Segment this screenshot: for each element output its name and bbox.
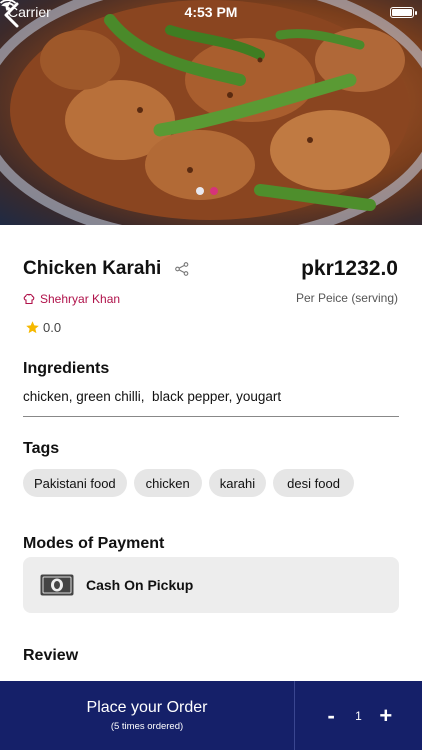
divider — [23, 416, 399, 417]
decrement-button[interactable]: - — [321, 704, 341, 727]
chef-link[interactable]: Shehryar Khan — [23, 292, 120, 306]
dish-title: Chicken Karahi — [23, 258, 162, 279]
share-icon[interactable] — [175, 262, 189, 276]
chef-name: Shehryar Khan — [40, 292, 121, 306]
hero-image[interactable]: Carrier 4:53 PM — [0, 0, 422, 225]
tag-list: Pakistani food chicken karahi desi food — [23, 469, 354, 497]
battery-icon — [390, 6, 417, 18]
increment-button[interactable]: + — [376, 704, 396, 727]
dish-price: pkr1232.0 — [301, 257, 398, 280]
title-row: Chicken Karahi — [23, 258, 189, 280]
pagination-dot-active[interactable] — [210, 187, 218, 195]
cash-icon — [40, 574, 74, 596]
quantity-stepper: - 1 + — [295, 681, 422, 750]
pagination-dot[interactable] — [196, 187, 204, 195]
tags-heading: Tags — [23, 440, 60, 457]
quantity-value: 1 — [355, 708, 362, 723]
tag-chip[interactable]: desi food — [273, 469, 354, 497]
place-order-button[interactable]: Place your Order (5 times ordered) — [0, 681, 295, 750]
tag-chip[interactable]: karahi — [208, 469, 267, 497]
status-time: 4:53 PM — [184, 4, 238, 20]
payment-heading: Modes of Payment — [23, 535, 165, 552]
status-bar: Carrier 4:53 PM — [0, 0, 422, 24]
payment-option[interactable]: Cash On Pickup — [23, 557, 399, 613]
place-order-label: Place your Order — [86, 699, 208, 716]
ingredients-heading: Ingredients — [23, 360, 110, 377]
back-chevron-icon[interactable] — [0, 0, 24, 30]
ingredients-text: chicken, green chilli, black pepper, you… — [23, 389, 282, 404]
tag-chip[interactable]: chicken — [133, 469, 202, 497]
chef-hat-icon — [23, 293, 35, 305]
payment-method-label: Cash On Pickup — [86, 577, 194, 593]
review-heading: Review — [23, 647, 79, 664]
serving-unit: Per Peice (serving) — [295, 291, 398, 305]
rating-value: 0.0 — [43, 320, 62, 335]
order-bar: Place your Order (5 times ordered) - 1 + — [0, 681, 422, 750]
star-icon — [26, 321, 39, 334]
rating: 0.0 — [25, 320, 61, 335]
tag-chip[interactable]: Pakistani food — [23, 469, 127, 497]
image-pagination[interactable] — [196, 187, 218, 195]
times-ordered-label: (5 times ordered) — [110, 721, 184, 732]
